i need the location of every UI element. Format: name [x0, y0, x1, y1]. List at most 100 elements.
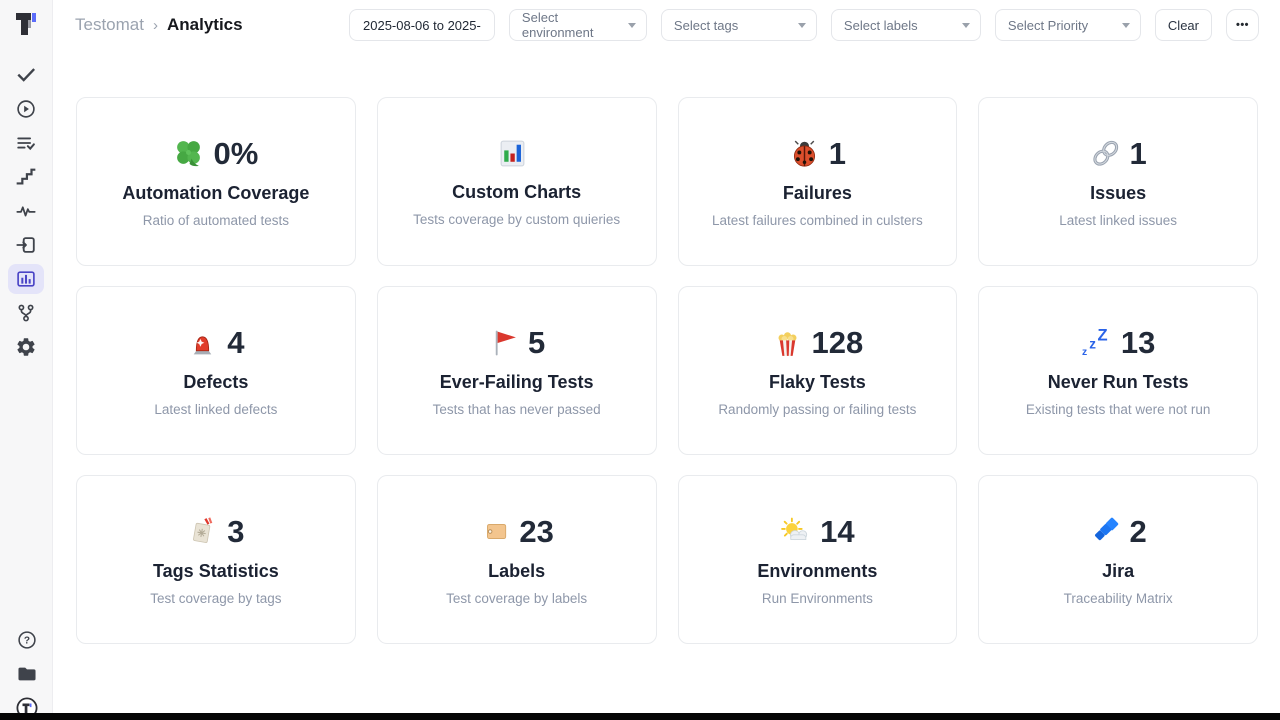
card-subtitle: Test coverage by tags: [150, 591, 281, 606]
card-value-row: 0%: [173, 136, 258, 172]
card-subtitle: Latest linked defects: [154, 402, 277, 417]
card-subtitle: Ratio of automated tests: [143, 213, 289, 228]
help-circle-icon: ?: [16, 629, 38, 651]
filter-bar: 2025-08-06 to 2025- Select environment S…: [349, 9, 1259, 41]
priority-select[interactable]: Select Priority: [995, 9, 1141, 41]
card-flaky-tests[interactable]: 128 Flaky Tests Randomly passing or fail…: [678, 286, 958, 455]
bar-chart-emoji-icon: [497, 138, 528, 169]
jira-icon: [1090, 516, 1121, 547]
card-custom-charts[interactable]: Custom Charts Tests coverage by custom q…: [377, 97, 657, 266]
labels-select[interactable]: Select labels: [831, 9, 981, 41]
card-tags-statistics[interactable]: 3 Tags Statistics Test coverage by tags: [76, 475, 356, 644]
zzz-icon: zzZ: [1081, 327, 1112, 358]
priority-select-placeholder: Select Priority: [1008, 18, 1088, 33]
sidebar-item-projects[interactable]: [9, 659, 45, 689]
bottom-edge-bar: [0, 713, 1280, 720]
sidebar-nav: [8, 60, 44, 362]
chevron-down-icon: [628, 23, 636, 28]
main-content: Testomat › Analytics 2025-08-06 to 2025-…: [53, 0, 1280, 720]
flag-icon: [488, 327, 519, 358]
sidebar-item-imports[interactable]: [8, 230, 44, 260]
page-title: Analytics: [167, 15, 243, 35]
environment-select[interactable]: Select environment: [509, 9, 647, 41]
sidebar-item-runs[interactable]: [8, 94, 44, 124]
breadcrumb: Testomat › Analytics: [75, 15, 243, 35]
breadcrumb-separator: ›: [153, 17, 158, 34]
siren-icon: [187, 327, 218, 358]
tags-select-placeholder: Select tags: [674, 18, 738, 33]
card-value: 1: [1130, 136, 1147, 172]
card-value-row: 23: [479, 514, 553, 550]
card-value: 4: [227, 325, 244, 361]
card-environments[interactable]: 14 Environments Run Environments: [678, 475, 958, 644]
chevron-down-icon: [962, 23, 970, 28]
chevron-down-icon: [798, 23, 806, 28]
sidebar-item-pulse[interactable]: [8, 196, 44, 226]
card-ever-failing-tests[interactable]: 5 Ever-Failing Tests Tests that has neve…: [377, 286, 657, 455]
bookmark-tag-icon: [187, 516, 218, 547]
popcorn-icon: [772, 327, 803, 358]
sidebar-item-steps[interactable]: [8, 162, 44, 192]
card-value-row: 1: [1090, 136, 1147, 172]
card-value-row: 3: [187, 514, 244, 550]
sidebar-item-test-plans[interactable]: [8, 128, 44, 158]
sidebar-item-settings[interactable]: [8, 332, 44, 362]
list-check-icon: [15, 132, 37, 154]
card-title: Labels: [488, 561, 545, 582]
card-value: 0%: [213, 136, 258, 172]
bar-chart-icon: [15, 268, 37, 290]
svg-text:z: z: [1082, 347, 1087, 358]
card-value-row: 128: [772, 325, 864, 361]
card-value: 23: [519, 514, 553, 550]
sidebar-item-help[interactable]: ?: [9, 625, 45, 655]
svg-text:Z: Z: [1097, 327, 1107, 344]
card-title: Tags Statistics: [153, 561, 279, 582]
card-title: Failures: [783, 183, 852, 204]
card-value: 128: [812, 325, 864, 361]
card-value: 1: [829, 136, 846, 172]
card-title: Issues: [1090, 183, 1146, 204]
card-never-run-tests[interactable]: zzZ 13 Never Run Tests Existing tests th…: [978, 286, 1258, 455]
card-issues[interactable]: 1 Issues Latest linked issues: [978, 97, 1258, 266]
card-title: Ever-Failing Tests: [440, 372, 594, 393]
card-subtitle: Randomly passing or failing tests: [718, 402, 916, 417]
play-circle-icon: [15, 98, 37, 120]
breadcrumb-project-link[interactable]: Testomat: [75, 15, 144, 35]
card-value-row: 1: [789, 136, 846, 172]
card-defects[interactable]: 4 Defects Latest linked defects: [76, 286, 356, 455]
sidebar-bottom-nav: ?: [0, 625, 53, 720]
card-value-row: 5: [488, 325, 545, 361]
card-value-row: 2: [1090, 514, 1147, 550]
labels-select-placeholder: Select labels: [844, 18, 918, 33]
card-subtitle: Latest linked issues: [1059, 213, 1177, 228]
sun-cloud-icon: [780, 516, 811, 547]
more-options-button[interactable]: •••: [1226, 9, 1259, 41]
card-jira[interactable]: 2 Jira Traceability Matrix: [978, 475, 1258, 644]
testomat-logo-icon[interactable]: [13, 11, 39, 37]
card-value: 3: [227, 514, 244, 550]
analytics-cards-grid: 0% Automation Coverage Ratio of automate…: [76, 97, 1258, 644]
topbar: Testomat › Analytics 2025-08-06 to 2025-…: [53, 0, 1280, 41]
environment-select-placeholder: Select environment: [522, 10, 620, 40]
card-subtitle: Tests coverage by custom quieries: [413, 212, 620, 227]
clear-filters-button[interactable]: Clear: [1155, 9, 1212, 41]
sidebar-item-branches[interactable]: [8, 298, 44, 328]
card-labels[interactable]: 23 Labels Test coverage by labels: [377, 475, 657, 644]
clover-icon: [173, 138, 204, 169]
card-value-row: 14: [780, 514, 854, 550]
date-range-input[interactable]: 2025-08-06 to 2025-: [349, 9, 495, 41]
check-icon: [15, 64, 37, 86]
card-value: 5: [528, 325, 545, 361]
card-value-row: zzZ 13: [1081, 325, 1155, 361]
card-failures[interactable]: 1 Failures Latest failures combined in c…: [678, 97, 958, 266]
card-value: 2: [1130, 514, 1147, 550]
sidebar-item-tests[interactable]: [8, 60, 44, 90]
card-title: Jira: [1102, 561, 1134, 582]
tags-select[interactable]: Select tags: [661, 9, 817, 41]
card-subtitle: Test coverage by labels: [446, 591, 587, 606]
sidebar-item-analytics[interactable]: [8, 264, 44, 294]
gear-icon: [15, 336, 37, 358]
card-automation-coverage[interactable]: 0% Automation Coverage Ratio of automate…: [76, 97, 356, 266]
card-title: Custom Charts: [452, 182, 581, 203]
card-title: Never Run Tests: [1048, 372, 1189, 393]
